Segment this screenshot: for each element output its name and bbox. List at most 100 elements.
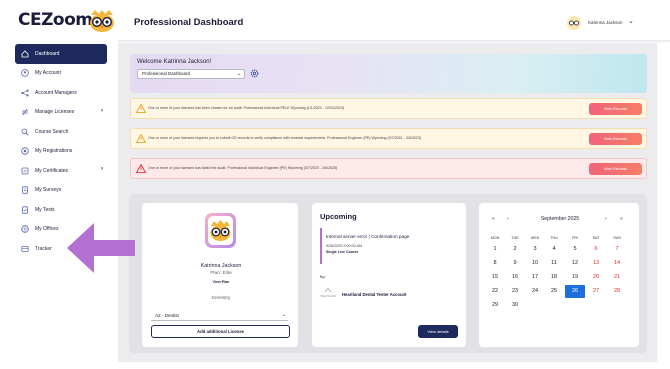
calendar-day[interactable]: 27 bbox=[586, 285, 606, 298]
calendar-day[interactable]: 19 bbox=[565, 271, 585, 284]
calendar-month: September 2025 bbox=[540, 216, 580, 222]
calendar-day[interactable]: 26 bbox=[565, 285, 585, 298]
sidebar-item-label: Manage Licenses bbox=[35, 109, 75, 116]
pointer-arrow-icon bbox=[67, 223, 135, 273]
sidebar-item-my-surveys[interactable]: My Surveys bbox=[15, 181, 107, 201]
sidebar-item-my-registrations[interactable]: My Registrations bbox=[15, 142, 107, 162]
by-label: By: bbox=[320, 274, 326, 279]
calendar-day[interactable]: 5 bbox=[565, 243, 585, 256]
calendar-day[interactable]: 8 bbox=[485, 257, 505, 270]
warning-icon bbox=[136, 134, 146, 143]
registration-icon bbox=[21, 147, 29, 155]
chevron-down-icon: ⌄ bbox=[281, 312, 286, 318]
calendar-day[interactable]: 18 bbox=[544, 271, 564, 284]
sidebar-item-label: My Account bbox=[35, 70, 61, 77]
calendar-day[interactable]: 11 bbox=[544, 257, 564, 270]
sidebar-item-my-certificates[interactable]: My Certificates › bbox=[15, 161, 107, 181]
home-icon bbox=[21, 50, 29, 58]
profile-avatar bbox=[205, 213, 236, 248]
profile-profession: Dentistry bbox=[211, 296, 231, 301]
calendar-day[interactable]: 7 bbox=[607, 243, 627, 256]
event-title: Internal server error | Confirmation pag… bbox=[326, 234, 410, 239]
calendar-day[interactable]: 14 bbox=[607, 257, 627, 270]
certificate-icon bbox=[21, 167, 29, 175]
view-records-button[interactable]: View Records bbox=[589, 103, 642, 115]
alert-text: One or more of your licenses has been ch… bbox=[148, 106, 345, 110]
calendar-day[interactable]: 16 bbox=[505, 271, 525, 284]
weekday-label: TUE bbox=[511, 236, 519, 240]
calendar-day[interactable]: 21 bbox=[607, 271, 627, 284]
sidebar-item-course-search[interactable]: Course Search bbox=[15, 122, 107, 142]
license-select-value: AZ - Dentist bbox=[155, 313, 179, 318]
tracker-icon bbox=[21, 245, 29, 253]
calendar-day[interactable]: 23 bbox=[505, 285, 525, 298]
calendar-day[interactable]: 17 bbox=[525, 271, 545, 284]
chevron-right-icon[interactable]: › bbox=[101, 166, 103, 172]
license-select[interactable]: AZ - Dentist ⌄ bbox=[151, 311, 288, 321]
calendar-day[interactable]: 29 bbox=[485, 299, 505, 312]
sidebar-item-my-account[interactable]: My Account bbox=[15, 64, 107, 84]
calendar-day[interactable]: 10 bbox=[525, 257, 545, 270]
calendar-day[interactable]: 24 bbox=[525, 285, 545, 298]
sidebar-item-label: My Certificates bbox=[35, 167, 69, 174]
alert-submit-records: One or more of your licenses requires yo… bbox=[130, 128, 647, 149]
upcoming-event[interactable]: Internal server error | Confirmation pag… bbox=[320, 228, 409, 264]
logo[interactable]: CEZoom bbox=[18, 10, 93, 30]
profile-name: Katrinna Jackson bbox=[200, 263, 242, 269]
sidebar-item-label: My Offices bbox=[35, 226, 59, 233]
next-year-button[interactable]: » bbox=[620, 216, 623, 222]
alert-text: One or more of your licenses has failed … bbox=[148, 166, 338, 170]
network-icon bbox=[21, 89, 29, 97]
test-icon bbox=[21, 206, 29, 214]
profile-card: Katrinna Jackson Plan: Elite View Plan D… bbox=[141, 202, 299, 348]
user-icon bbox=[21, 69, 29, 78]
chevron-down-icon[interactable]: ⌄ bbox=[628, 17, 634, 25]
profile-plan: Plan: Elite bbox=[210, 271, 232, 276]
alert-text: One or more of your licenses requires yo… bbox=[148, 136, 422, 140]
calendar-day[interactable]: 15 bbox=[485, 271, 505, 284]
calendar-day[interactable]: 4 bbox=[544, 243, 564, 256]
calendar-day[interactable]: 30 bbox=[505, 299, 525, 312]
license-icon bbox=[21, 108, 29, 116]
calendar-day[interactable]: 1 bbox=[485, 243, 505, 256]
calendar-day[interactable]: 25 bbox=[544, 285, 564, 298]
next-month-button[interactable]: › bbox=[605, 216, 607, 222]
sidebar-item-manage-licenses[interactable]: Manage Licenses › bbox=[15, 103, 107, 123]
sidebar-item-label: My Tests bbox=[35, 206, 55, 213]
calendar-day[interactable]: 12 bbox=[565, 257, 585, 270]
owl-avatar-icon bbox=[210, 220, 231, 241]
top-bar: CEZoom Professional Dashboard Katrinna J… bbox=[0, 0, 670, 42]
sidebar-item-label: Dashboard bbox=[35, 50, 60, 57]
user-name[interactable]: Katrinna Jackson bbox=[588, 20, 623, 25]
calendar-day[interactable]: 9 bbox=[505, 257, 525, 270]
weekday-label: MON bbox=[490, 236, 500, 240]
dashboard-select[interactable]: Professional Dashboard ⌄ bbox=[137, 69, 245, 79]
sidebar-item-my-tests[interactable]: My Tests bbox=[15, 200, 107, 220]
provider-logo-text: HEARTLAND bbox=[320, 294, 336, 298]
weekday-label: FRI bbox=[572, 236, 578, 240]
calendar-card: « ‹ September 2025 › » MON TUE WED THU FRI SA… bbox=[478, 202, 640, 348]
chevron-right-icon[interactable]: › bbox=[101, 108, 103, 114]
calendar-day[interactable]: 6 bbox=[586, 243, 606, 256]
sidebar-item-label: Account Managers bbox=[35, 89, 77, 96]
calendar-day[interactable]: 2 bbox=[505, 243, 525, 256]
view-records-button[interactable]: View Records bbox=[589, 163, 642, 175]
calendar-day[interactable]: 3 bbox=[525, 243, 545, 256]
sidebar-item-label: Tracker bbox=[35, 245, 52, 252]
sidebar-item-account-managers[interactable]: Account Managers bbox=[15, 83, 107, 103]
sidebar-item-label: My Registrations bbox=[35, 148, 73, 155]
sidebar-item-dashboard[interactable]: Dashboard bbox=[15, 44, 107, 64]
gear-icon[interactable] bbox=[250, 69, 259, 78]
view-plan-link[interactable]: View Plan bbox=[142, 280, 300, 284]
calendar-day[interactable]: 13 bbox=[586, 257, 606, 270]
calendar-day[interactable]: 28 bbox=[607, 285, 627, 298]
calendar-day[interactable]: 22 bbox=[485, 285, 505, 298]
weekday-label: THU bbox=[550, 236, 558, 240]
view-details-button[interactable]: View details bbox=[418, 325, 458, 338]
add-license-button[interactable]: Add additional License bbox=[151, 325, 290, 338]
chevron-down-icon: ⌄ bbox=[236, 71, 241, 77]
weekday-label: SAT bbox=[592, 236, 600, 240]
calendar-day[interactable]: 20 bbox=[586, 271, 606, 284]
view-records-button[interactable]: View Records bbox=[589, 133, 642, 145]
user-avatar[interactable] bbox=[567, 16, 581, 30]
